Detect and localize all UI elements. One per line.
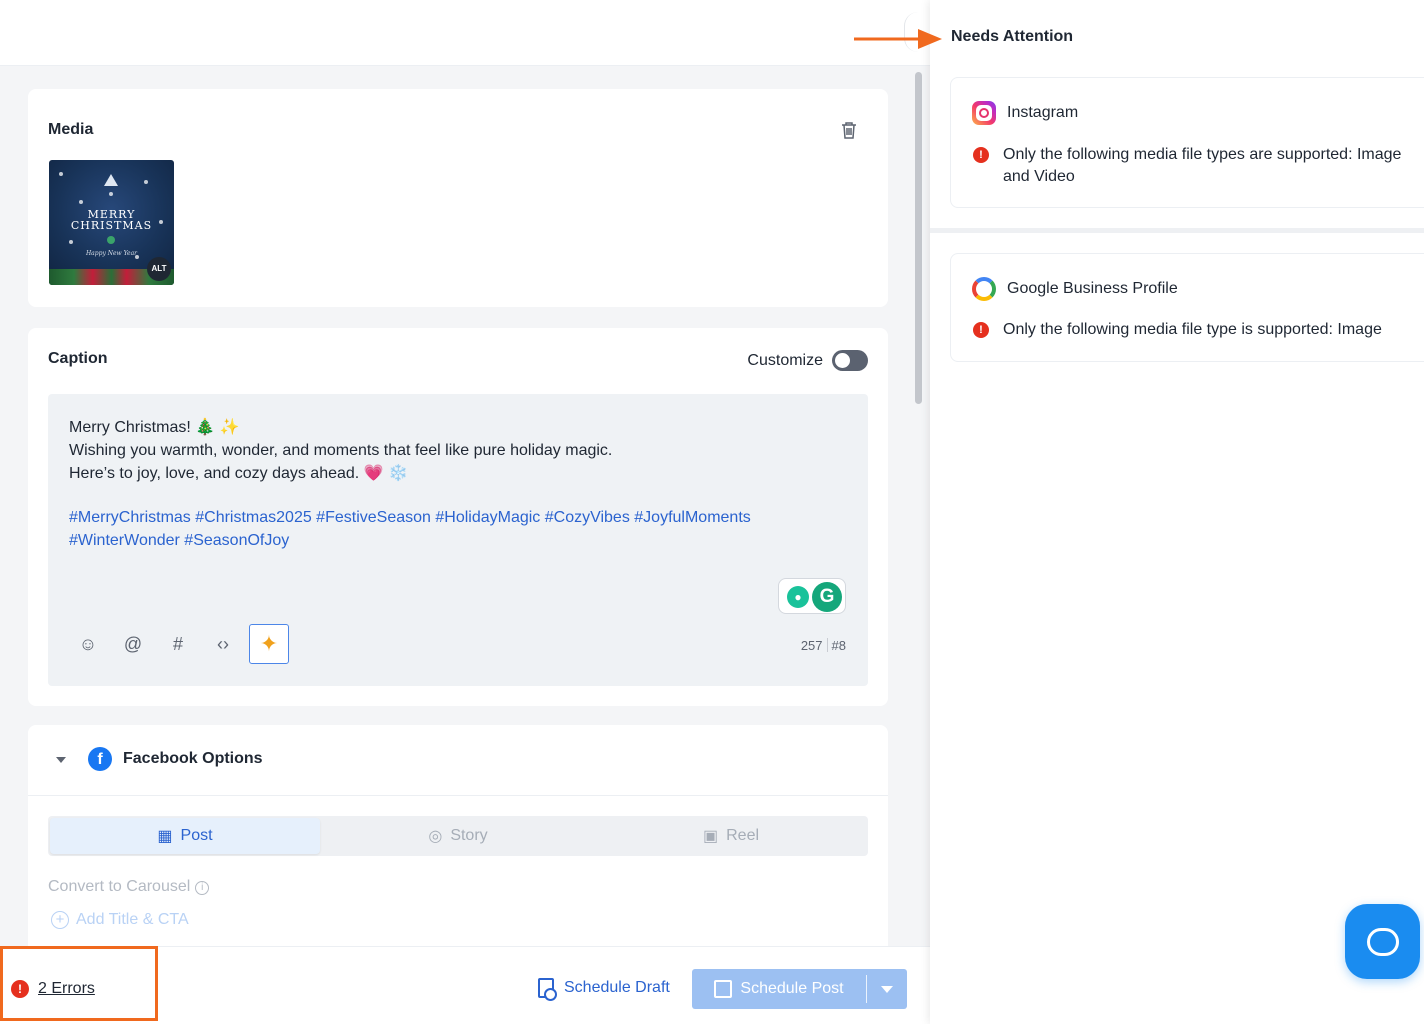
scrollbar-thumb[interactable] <box>915 72 922 404</box>
tab-post[interactable]: ▦ Post <box>50 818 320 854</box>
info-icon[interactable]: i <box>195 881 210 895</box>
google-icon <box>972 277 996 301</box>
panel-title: Needs Attention <box>951 28 1074 45</box>
grammarly-widget[interactable]: ● G <box>778 578 846 614</box>
ai-sparkle-icon[interactable]: ✦ <box>249 624 289 664</box>
ornament-decoration <box>107 236 115 244</box>
convert-label: Convert to Carousel <box>48 878 191 895</box>
schedule-post-main[interactable]: Schedule Post <box>692 969 866 1009</box>
instagram-icon <box>972 101 996 125</box>
collapse-caret-icon[interactable] <box>56 757 66 763</box>
customize-toggle[interactable] <box>832 350 868 371</box>
media-title: Media <box>48 121 94 138</box>
schedule-post-button[interactable]: Schedule Post <box>692 969 907 1009</box>
add-title-cta[interactable]: + Add Title & CTA <box>51 911 189 929</box>
chat-button[interactable] <box>1345 904 1420 979</box>
needs-attention-panel: Needs Attention Instagram ! Only the foll… <box>930 0 1424 1024</box>
tab-post-label: Post <box>180 827 213 844</box>
hashtag-line: #WinterWonder #SeasonOfJoy <box>69 532 290 549</box>
caption-counter: 257 #8 <box>801 638 846 653</box>
issue-message: ! Only the following media file type is s… <box>973 319 1423 341</box>
schedule-options-dropdown[interactable] <box>867 969 907 1009</box>
caption-title: Caption <box>48 350 108 367</box>
divider <box>28 795 888 796</box>
emoji-icon[interactable]: ☺ <box>68 624 108 664</box>
hashtag-icon[interactable]: # <box>158 624 198 664</box>
error-icon: ! <box>11 980 29 998</box>
schedule-post-label: Schedule Post <box>740 980 844 997</box>
caption-line: Wishing you warmth, wonder, and moments … <box>69 442 613 459</box>
caption-card: Caption Customize Merry Christmas! 🎄 ✨ W… <box>28 328 888 706</box>
errors-link[interactable]: ! 2 Errors <box>11 980 95 998</box>
code-icon[interactable]: ‹› <box>203 624 243 664</box>
grammarly-icon[interactable]: G <box>812 582 842 612</box>
media-card: Media MERRY CHRISTMAS Happy New Year ALT <box>28 89 888 307</box>
error-icon: ! <box>973 147 989 163</box>
caption-line: Here’s to joy, love, and cozy days ahead… <box>69 465 408 482</box>
mention-icon[interactable]: @ <box>113 624 153 664</box>
issue-text: Only the following media file type is su… <box>1003 321 1382 338</box>
caption-line: Merry Christmas! 🎄 ✨ <box>69 419 240 436</box>
facebook-options-card: f Facebook Options ▦ Post ◎ Story ▣ Reel Co… <box>28 725 888 946</box>
alt-text-badge[interactable]: ALT <box>147 257 171 281</box>
error-icon: ! <box>973 322 989 338</box>
facebook-options-title[interactable]: Facebook Options <box>123 750 263 768</box>
schedule-draft-label: Schedule Draft <box>564 979 670 996</box>
trash-icon[interactable] <box>840 120 858 140</box>
tab-reel[interactable]: ▣ Reel <box>596 818 866 854</box>
tree-decoration <box>104 174 118 186</box>
customize-label: Customize <box>747 352 823 369</box>
issue-message: ! Only the following media file types are… <box>973 144 1423 188</box>
bulb-icon[interactable]: ● <box>787 586 809 608</box>
platform-google-business: Google Business Profile <box>972 277 1178 301</box>
platform-instagram: Instagram <box>972 101 1078 125</box>
grid-icon: ▦ <box>157 828 173 845</box>
draft-doc-icon <box>538 978 557 1001</box>
issue-card-instagram: Instagram ! Only the following media file… <box>950 77 1424 208</box>
hashtag-line: #MerryChristmas #Christmas2025 #FestiveS… <box>69 509 751 526</box>
hashtag-count: #8 <box>831 638 846 653</box>
clapper-icon: ▣ <box>702 828 719 845</box>
thumbnail-subheading: Happy New Year <box>85 250 138 257</box>
caption-text[interactable]: Merry Christmas! 🎄 ✨ Wishing you warmth,… <box>69 416 849 552</box>
thumbnail-heading: MERRY CHRISTMAS <box>70 208 153 232</box>
annotation-arrow-icon <box>854 29 942 49</box>
schedule-draft-button[interactable]: Schedule Draft <box>538 978 670 1001</box>
plus-icon: + <box>51 911 69 929</box>
chevron-down-icon <box>881 985 893 993</box>
issue-text: Only the following media file types are … <box>1003 146 1402 185</box>
platform-name: Google Business Profile <box>1007 280 1178 297</box>
post-editor: Media MERRY CHRISTMAS Happy New Year ALT… <box>0 66 914 946</box>
facebook-icon: f <box>88 747 112 771</box>
convert-to-carousel[interactable]: Convert to Carousel i <box>48 878 210 896</box>
calendar-icon <box>714 980 733 998</box>
play-circle-icon: ◎ <box>428 828 443 845</box>
errors-label: 2 Errors <box>38 980 95 997</box>
issue-card-google-business: Google Business Profile ! Only the follow… <box>950 253 1424 362</box>
add-cta-label: Add Title & CTA <box>76 911 189 928</box>
tab-story-label: Story <box>450 827 488 844</box>
char-count: 257 <box>800 638 823 653</box>
separator <box>930 228 1424 233</box>
platform-name: Instagram <box>1007 104 1079 121</box>
chat-icon <box>1366 927 1399 956</box>
caption-editor[interactable]: Merry Christmas! 🎄 ✨ Wishing you warmth,… <box>48 394 868 686</box>
media-thumbnail[interactable]: MERRY CHRISTMAS Happy New Year ALT <box>49 160 174 285</box>
tab-story[interactable]: ◎ Story <box>322 818 594 854</box>
tab-reel-label: Reel <box>726 827 760 844</box>
top-bar <box>0 0 930 66</box>
post-type-switcher: ▦ Post ◎ Story ▣ Reel <box>48 816 868 856</box>
